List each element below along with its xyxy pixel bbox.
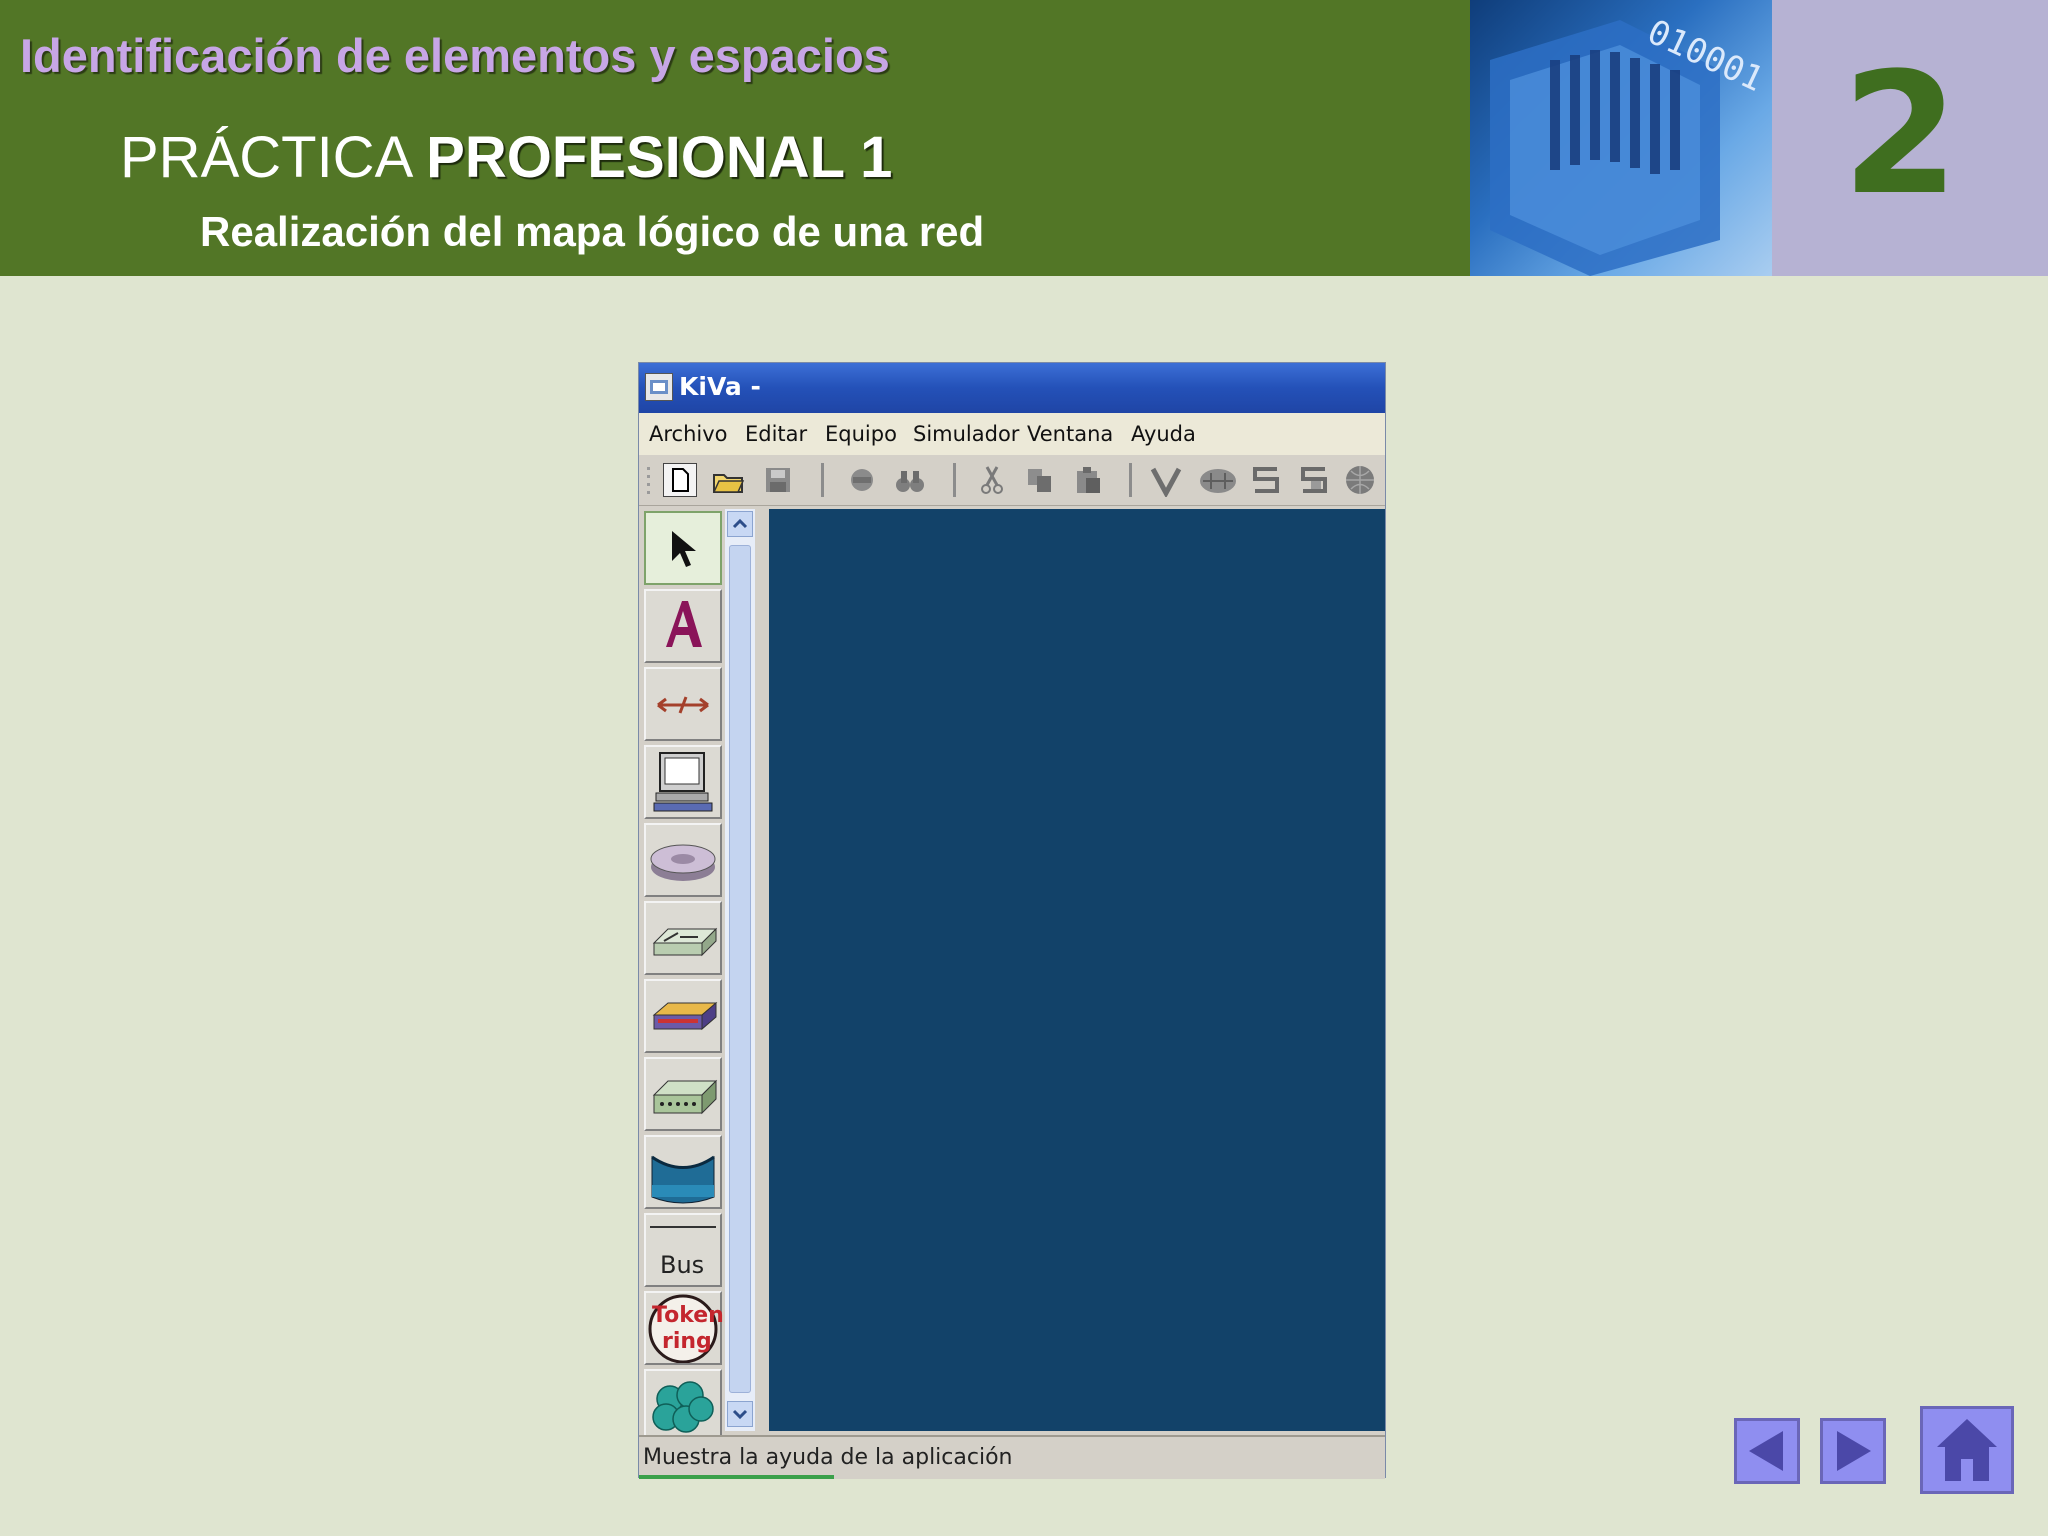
- status-text: Muestra la ayuda de la aplicación: [643, 1445, 1013, 1470]
- menu-ayuda[interactable]: Ayuda: [1131, 422, 1196, 446]
- wireless-tool[interactable]: [644, 1135, 722, 1209]
- toolbar-grip[interactable]: [645, 463, 653, 497]
- v-icon[interactable]: [1149, 463, 1183, 499]
- page-subtitle: Realización del mapa lógico de una red: [200, 208, 985, 255]
- wireless-icon: [651, 1155, 715, 1204]
- link-tool[interactable]: [644, 667, 722, 741]
- token-ring-label-2: ring: [662, 1329, 712, 1354]
- previous-slide-button[interactable]: [1734, 1418, 1800, 1484]
- cut-icon[interactable]: [975, 463, 1009, 497]
- rj45-connector-graphic: 010001: [1490, 12, 1769, 276]
- home-icon: [1937, 1419, 1997, 1481]
- route-icon[interactable]: [1197, 463, 1239, 497]
- new-file-icon[interactable]: [663, 463, 697, 497]
- link-arrow-icon: [657, 696, 709, 714]
- menu-equipo[interactable]: Equipo: [825, 422, 897, 446]
- modem-icon: [652, 1079, 718, 1115]
- paste-icon[interactable]: [1071, 463, 1105, 497]
- unit-number: 2: [1842, 36, 1959, 232]
- title-bold: PROFESIONAL 1: [426, 125, 893, 190]
- open-folder-icon[interactable]: [711, 463, 745, 497]
- page-title: PRÁCTICA PROFESIONAL 1: [120, 124, 892, 191]
- router-icon: [652, 1001, 718, 1031]
- cloud-tool[interactable]: [644, 1369, 722, 1443]
- window-titlebar[interactable]: KiVa -: [639, 363, 1385, 413]
- menu-simulador[interactable]: Simulador: [913, 422, 1019, 446]
- right-arrow-icon: [1837, 1431, 1871, 1471]
- left-arrow-icon: [1749, 1431, 1783, 1471]
- router-tool[interactable]: [644, 979, 722, 1053]
- toolbar-separator: [1129, 463, 1132, 497]
- tool-icon[interactable]: [845, 463, 879, 497]
- switch-tool[interactable]: [644, 901, 722, 975]
- pointer-icon: [672, 531, 696, 567]
- toolbar-separator: [953, 463, 956, 497]
- save-icon[interactable]: [761, 463, 795, 497]
- menu-editar[interactable]: Editar: [745, 422, 807, 446]
- network-connector-image: 010001: [1470, 0, 1772, 276]
- bus-tool[interactable]: Bus: [644, 1213, 722, 1287]
- binoculars-icon[interactable]: [893, 463, 927, 497]
- computer-icon: [653, 752, 713, 812]
- text-tool[interactable]: [644, 589, 722, 663]
- menu-ventana[interactable]: Ventana: [1027, 422, 1113, 446]
- toolbar-separator: [821, 463, 824, 497]
- computer-tool[interactable]: [644, 745, 722, 819]
- copy-icon[interactable]: [1023, 463, 1057, 497]
- unit-number-panel: 2: [1772, 0, 2048, 276]
- hub-icon: [650, 844, 716, 881]
- cloud-icon: [652, 1381, 714, 1433]
- home-button[interactable]: [1920, 1406, 2014, 1494]
- s-icon[interactable]: [1249, 463, 1283, 497]
- menu-bar: Archivo Editar Equipo Simulador Ventana …: [639, 413, 1385, 455]
- palette-scrollbar[interactable]: [725, 509, 755, 1431]
- window-title: KiVa -: [679, 372, 761, 401]
- hub-tool[interactable]: [644, 823, 722, 897]
- s-window-icon[interactable]: [1297, 463, 1331, 497]
- switch-icon: [652, 927, 718, 957]
- scroll-up-arrow-icon[interactable]: [727, 511, 753, 537]
- section-kicker: Identificación de elementos y espacios: [20, 29, 890, 82]
- status-bar: Muestra la ayuda de la aplicación: [639, 1435, 1385, 1479]
- menu-archivo[interactable]: Archivo: [649, 422, 728, 446]
- token-ring-tool[interactable]: Token ring: [644, 1291, 724, 1365]
- text-a-icon: [666, 601, 702, 647]
- header-banner: Identificación de elementos y espacios P…: [0, 0, 1470, 276]
- next-slide-button[interactable]: [1820, 1418, 1886, 1484]
- modem-tool[interactable]: [644, 1057, 722, 1131]
- token-ring-label-1: Token: [652, 1303, 724, 1328]
- globe-icon[interactable]: [1343, 463, 1377, 497]
- scroll-down-arrow-icon[interactable]: [727, 1401, 753, 1427]
- toolbar: [639, 455, 1385, 506]
- network-canvas[interactable]: [769, 509, 1385, 1431]
- title-regular: PRÁCTICA: [120, 125, 427, 190]
- status-progress-accent: [639, 1475, 834, 1479]
- pointer-tool[interactable]: [644, 511, 722, 585]
- scroll-thumb[interactable]: [729, 545, 751, 1393]
- kiva-window: KiVa - Archivo Editar Equipo Simulador V…: [638, 362, 1386, 1479]
- app-icon: [645, 373, 673, 401]
- bus-label: Bus: [660, 1251, 705, 1279]
- device-palette: Bus Token ring: [641, 509, 724, 1443]
